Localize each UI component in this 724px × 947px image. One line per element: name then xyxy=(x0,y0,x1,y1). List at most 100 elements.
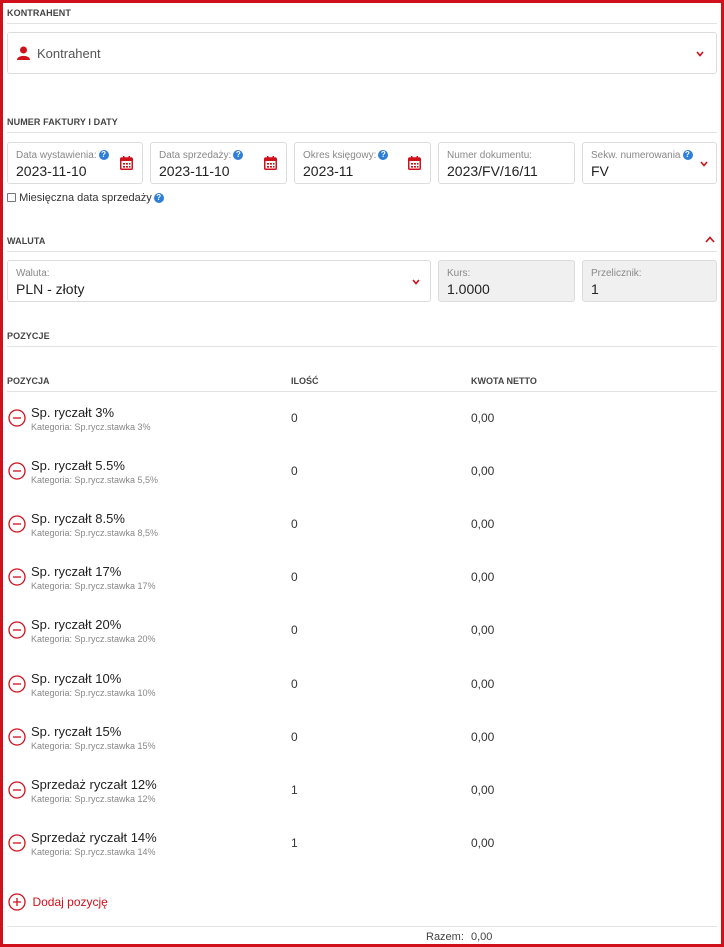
row-quantity[interactable]: 0 xyxy=(291,677,298,691)
document-number-label: Numer dokumentu: xyxy=(447,150,533,161)
numbering-sequence-select[interactable]: Sekw. numerowania? FV xyxy=(582,142,717,184)
row-net-amount[interactable]: 0,00 xyxy=(471,677,494,691)
row-category: Kategoria: Sp.rycz.stawka 5,5% xyxy=(31,475,159,485)
row-name[interactable]: Sp. ryczałt 17% xyxy=(31,564,121,579)
sale-date-label: Data sprzedaży: xyxy=(159,150,232,161)
converter-field: Przelicznik: 1 xyxy=(582,260,717,302)
converter-value: 1 xyxy=(591,281,599,297)
row-name[interactable]: Sp. ryczałt 10% xyxy=(31,671,121,686)
divider xyxy=(7,391,717,392)
row-quantity[interactable]: 0 xyxy=(291,730,298,744)
row-quantity[interactable]: 0 xyxy=(291,623,298,637)
row-net-amount[interactable]: 0,00 xyxy=(471,517,494,531)
row-net-amount[interactable]: 0,00 xyxy=(471,623,494,637)
row-category: Kategoria: Sp.rycz.stawka 8,5% xyxy=(31,528,159,538)
row-name[interactable]: Sp. ryczałt 20% xyxy=(31,617,121,632)
divider xyxy=(7,926,717,927)
row-net-amount[interactable]: 0,00 xyxy=(471,464,494,478)
row-name[interactable]: Sp. ryczałt 8.5% xyxy=(31,511,125,526)
contractor-select[interactable]: Kontrahent xyxy=(7,32,717,74)
help-icon[interactable]: ? xyxy=(378,150,389,160)
row-net-amount[interactable]: 0,00 xyxy=(471,730,494,744)
total-label: Razem: xyxy=(426,931,464,943)
document-number-field[interactable]: Numer dokumentu: 2023/FV/16/11 xyxy=(438,142,575,184)
row-net-amount[interactable]: 0,00 xyxy=(471,570,494,584)
issue-date-label: Data wystawienia: xyxy=(16,150,97,161)
column-header-position: POZYCJA xyxy=(7,376,50,386)
divider xyxy=(7,346,717,347)
calendar-icon[interactable] xyxy=(264,156,277,170)
help-icon[interactable]: ? xyxy=(153,193,164,203)
numbering-sequence-value: FV xyxy=(591,163,609,179)
remove-circle-icon[interactable] xyxy=(8,568,26,586)
help-icon[interactable]: ? xyxy=(233,150,244,160)
row-category: Kategoria: Sp.rycz.stawka 15% xyxy=(31,741,156,751)
exchange-rate-value: 1.0000 xyxy=(447,281,490,297)
issue-date-value: 2023-11-10 xyxy=(16,163,87,179)
numbering-sequence-label: Sekw. numerowania xyxy=(591,150,681,161)
add-position-button[interactable]: Dodaj pozycję xyxy=(8,893,108,911)
exchange-rate-field: Kurs: 1.0000 xyxy=(438,260,575,302)
calendar-icon[interactable] xyxy=(408,156,421,170)
row-quantity[interactable]: 1 xyxy=(291,836,298,850)
positions-section-title: POZYCJE xyxy=(7,331,50,341)
row-name[interactable]: Sp. ryczałt 5.5% xyxy=(31,458,125,473)
period-label: Okres księgowy: xyxy=(303,150,377,161)
remove-circle-icon[interactable] xyxy=(8,834,26,852)
remove-circle-icon[interactable] xyxy=(8,515,26,533)
add-circle-icon xyxy=(8,893,26,911)
exchange-rate-label: Kurs: xyxy=(447,268,471,279)
row-net-amount[interactable]: 0,00 xyxy=(471,836,494,850)
divider xyxy=(7,251,717,252)
divider xyxy=(7,23,717,24)
row-category: Kategoria: Sp.rycz.stawka 12% xyxy=(31,794,156,804)
help-icon[interactable]: ? xyxy=(682,150,693,160)
contractor-placeholder: Kontrahent xyxy=(37,46,101,61)
remove-circle-icon[interactable] xyxy=(8,462,26,480)
row-quantity[interactable]: 1 xyxy=(291,783,298,797)
row-name[interactable]: Sp. ryczałt 15% xyxy=(31,724,121,739)
currency-value: PLN - złoty xyxy=(16,281,85,297)
currency-select[interactable]: Waluta: PLN - złoty xyxy=(7,260,431,302)
row-category: Kategoria: Sp.rycz.stawka 3% xyxy=(31,422,151,432)
row-quantity[interactable]: 0 xyxy=(291,517,298,531)
add-position-label: Dodaj pozycję xyxy=(32,895,108,909)
contractor-section-title: KONTRAHENT xyxy=(7,8,71,18)
invoice-section-title: NUMER FAKTURY I DATY xyxy=(7,117,118,127)
sale-date-field[interactable]: Data sprzedaży:? 2023-11-10 xyxy=(150,142,287,184)
converter-label: Przelicznik: xyxy=(591,268,642,279)
row-category: Kategoria: Sp.rycz.stawka 14% xyxy=(31,847,156,857)
remove-circle-icon[interactable] xyxy=(8,728,26,746)
remove-circle-icon[interactable] xyxy=(8,409,26,427)
help-icon[interactable]: ? xyxy=(98,150,109,160)
monthly-sale-date-label: Miesięczna data sprzedaży xyxy=(19,192,152,204)
calendar-icon[interactable] xyxy=(120,156,133,170)
row-net-amount[interactable]: 0,00 xyxy=(471,783,494,797)
total-value: 0,00 xyxy=(471,931,493,943)
row-category: Kategoria: Sp.rycz.stawka 10% xyxy=(31,688,156,698)
chevron-up-icon[interactable] xyxy=(705,236,715,243)
row-quantity[interactable]: 0 xyxy=(291,411,298,425)
row-name[interactable]: Sprzedaż ryczałt 12% xyxy=(31,777,157,792)
row-name[interactable]: Sprzedaż ryczałt 14% xyxy=(31,830,157,845)
issue-date-field[interactable]: Data wystawienia:? 2023-11-10 xyxy=(7,142,143,184)
row-name[interactable]: Sp. ryczałt 3% xyxy=(31,405,114,420)
chevron-down-icon xyxy=(696,51,704,57)
monthly-sale-date-checkbox[interactable] xyxy=(7,193,16,202)
row-quantity[interactable]: 0 xyxy=(291,464,298,478)
row-net-amount[interactable]: 0,00 xyxy=(471,411,494,425)
row-quantity[interactable]: 0 xyxy=(291,570,298,584)
period-field[interactable]: Okres księgowy:? 2023-11 xyxy=(294,142,431,184)
remove-circle-icon[interactable] xyxy=(8,621,26,639)
document-number-value: 2023/FV/16/11 xyxy=(447,163,538,179)
sale-date-value: 2023-11-10 xyxy=(159,163,230,179)
remove-circle-icon[interactable] xyxy=(8,781,26,799)
chevron-down-icon xyxy=(412,279,420,285)
row-category: Kategoria: Sp.rycz.stawka 20% xyxy=(31,634,156,644)
divider xyxy=(7,132,717,133)
remove-circle-icon[interactable] xyxy=(8,675,26,693)
monthly-sale-date-row: Miesięczna data sprzedaży? xyxy=(7,192,164,204)
currency-label: Waluta: xyxy=(16,268,50,279)
chevron-down-icon xyxy=(700,161,708,167)
column-header-quantity: ILOŚĆ xyxy=(291,376,319,386)
